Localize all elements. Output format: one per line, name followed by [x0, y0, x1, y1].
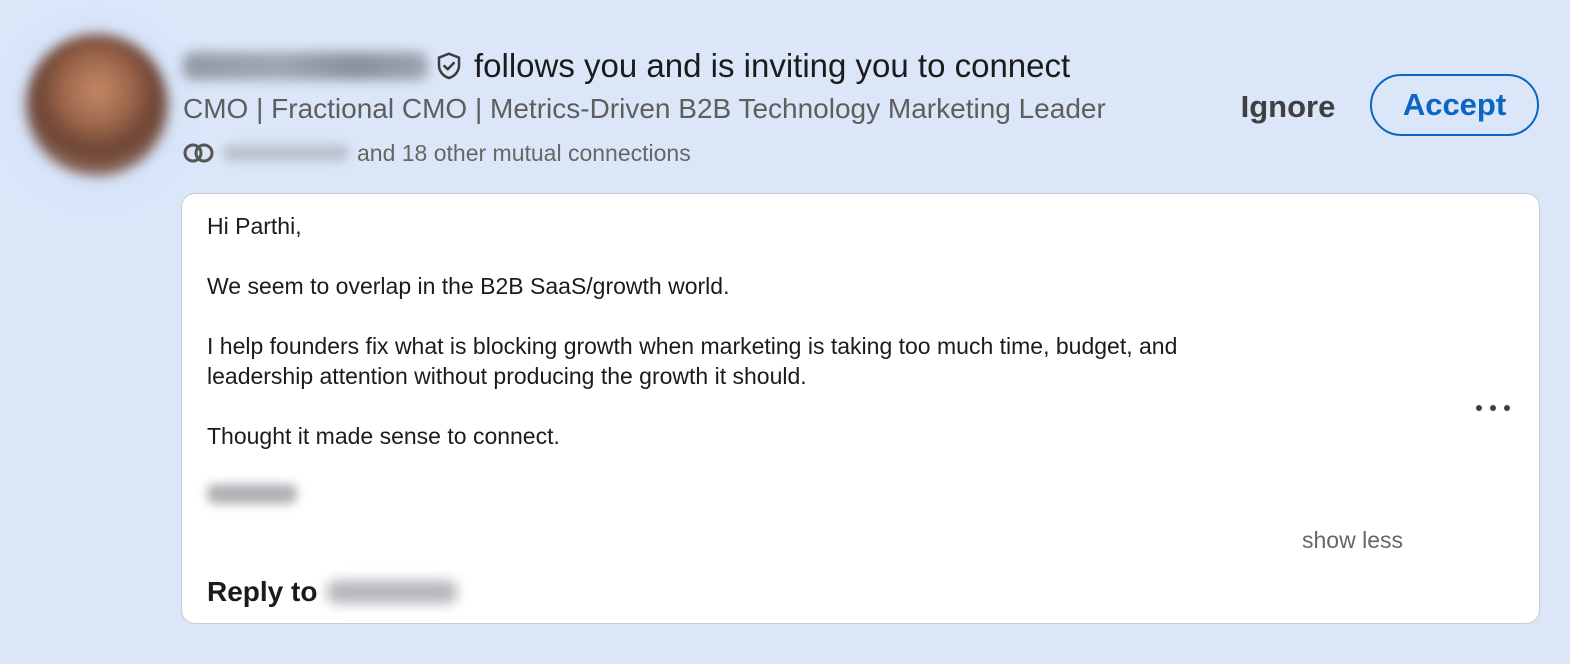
invitation-text: follows you and is inviting you to conne… — [474, 47, 1071, 84]
message-line: leadership attention without producing t… — [207, 363, 807, 389]
reply-button[interactable]: Reply to — [207, 572, 458, 612]
message-line: I help founders fix what is blocking gro… — [207, 333, 1178, 359]
more-dot — [1504, 405, 1510, 411]
more-dot — [1476, 405, 1482, 411]
message-card: Hi Parthi, We seem to overlap in the B2B… — [181, 193, 1540, 624]
mutual-connections-icon — [183, 143, 214, 163]
message-greeting: Hi Parthi, — [207, 213, 302, 239]
accept-button[interactable]: Accept — [1370, 74, 1539, 136]
more-dot — [1490, 405, 1496, 411]
more-options-icon[interactable] — [1476, 397, 1510, 419]
reply-name-redacted — [327, 580, 458, 604]
message-line: We seem to overlap in the B2B SaaS/growt… — [207, 273, 730, 299]
mutual-connections[interactable]: and 18 other mutual connections — [183, 138, 691, 168]
mutual-connections-text: and 18 other mutual connections — [357, 139, 691, 166]
verified-shield-icon — [437, 52, 461, 80]
invitation-header: follows you and is inviting you to conne… — [183, 44, 1070, 88]
avatar-area — [0, 0, 205, 235]
signature-redacted — [207, 484, 297, 504]
sender-name-redacted[interactable] — [183, 52, 428, 80]
ignore-button[interactable]: Ignore — [1222, 78, 1354, 136]
show-less-link[interactable]: show less — [1302, 527, 1403, 554]
sender-headline: CMO | Fractional CMO | Metrics-Driven B2… — [183, 93, 1106, 124]
avatar[interactable] — [26, 34, 168, 176]
reply-label: Reply to — [207, 576, 318, 607]
message-line: Thought it made sense to connect. — [207, 423, 560, 449]
mutual-name-redacted — [223, 144, 349, 162]
